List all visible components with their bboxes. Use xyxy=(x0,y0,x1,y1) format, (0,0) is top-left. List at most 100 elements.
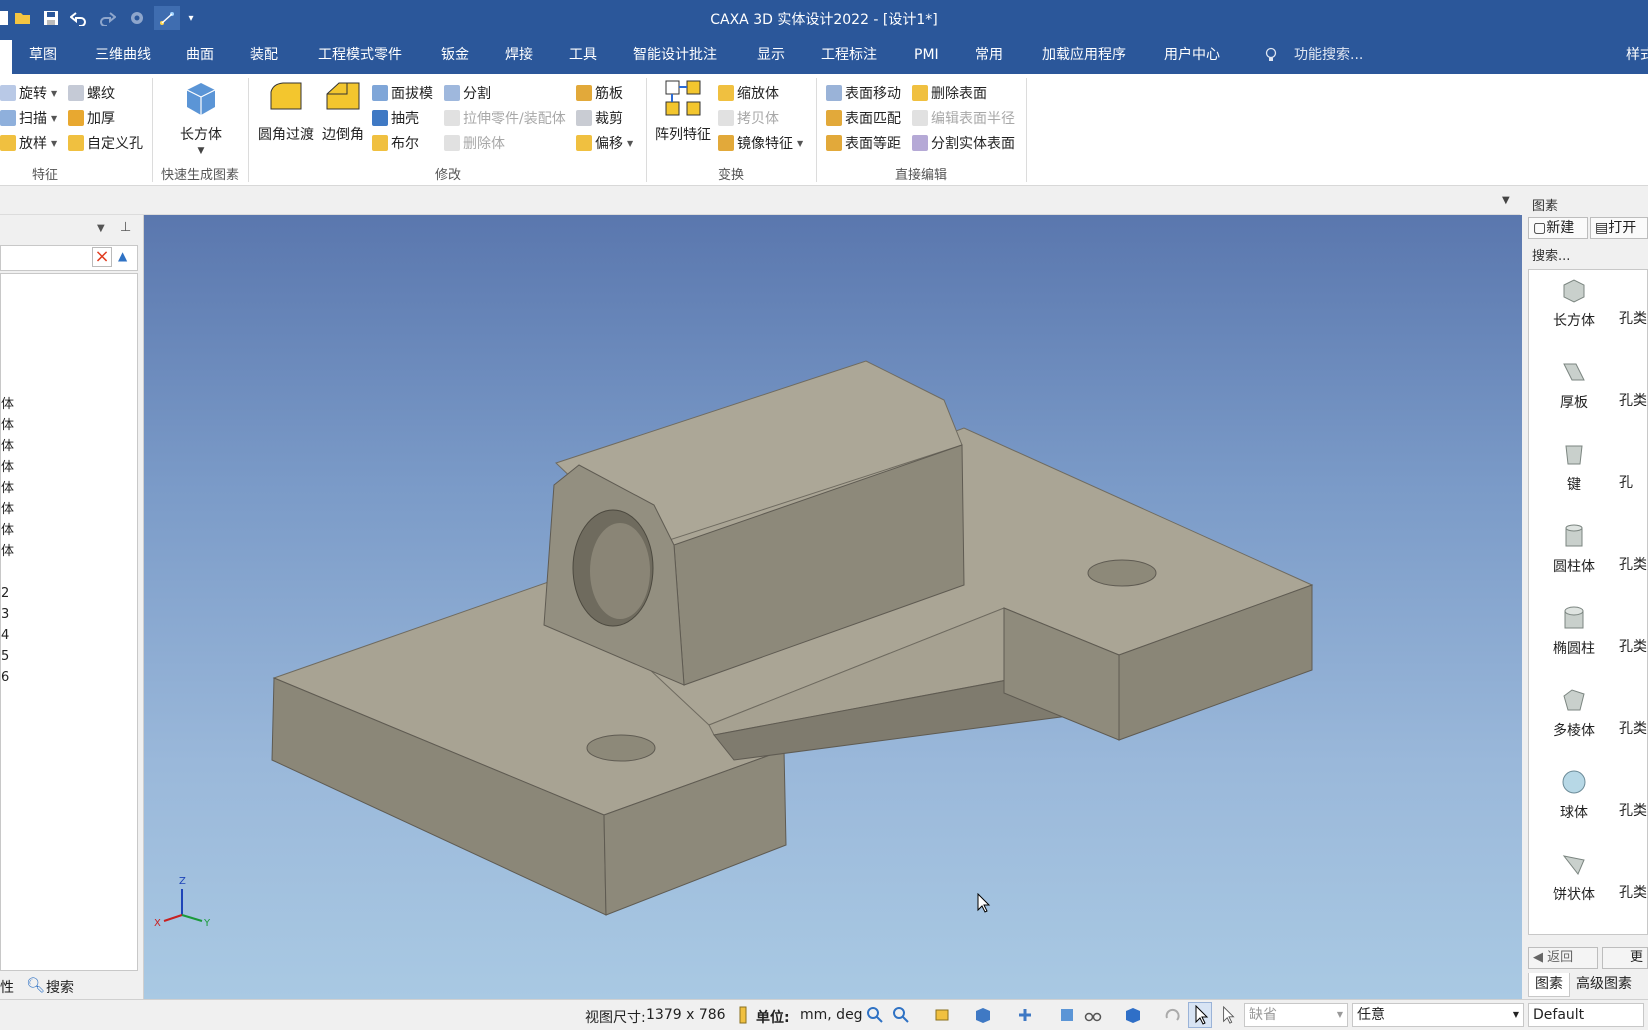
primitive-item-prism[interactable]: 多棱体 xyxy=(1529,686,1619,740)
tab-pmi[interactable]: PMI xyxy=(912,36,941,74)
tab-user-center[interactable]: 用户中心 xyxy=(1162,36,1222,74)
thicken-button[interactable]: 加厚 xyxy=(68,107,115,129)
hole-type-item[interactable]: 孔类 xyxy=(1619,308,1647,328)
filter-icon[interactable]: ▲ xyxy=(118,249,127,263)
shell-button[interactable]: 抽壳 xyxy=(372,107,419,129)
custom-hole-button[interactable]: 自定义孔 xyxy=(68,132,143,154)
primitive-item-ellipse-cylinder[interactable]: 椭圆柱 xyxy=(1529,604,1619,658)
primitives-list[interactable]: 长方体 厚板 键 圆柱体 椭圆柱 多棱体 球体 饼状体 孔类 孔类 孔 孔类 孔… xyxy=(1528,269,1648,935)
primitives-search-input[interactable]: 搜索... xyxy=(1532,245,1570,264)
tab-advanced-primitives[interactable]: 高级图素 xyxy=(1576,973,1632,995)
pattern-feature-button[interactable]: 阵列特征 xyxy=(652,78,714,144)
thread-button[interactable]: 螺纹 xyxy=(68,82,115,104)
mirror-feature-button[interactable]: 镜像特征 ▼ xyxy=(718,132,803,154)
delete-face-button[interactable]: 删除表面 xyxy=(912,82,987,104)
tree-node[interactable]: 5 xyxy=(1,647,9,667)
scale-body-button[interactable]: 缩放体 xyxy=(718,82,779,104)
zoom-window-icon[interactable] xyxy=(892,1006,910,1024)
primitive-item-thick-plate[interactable]: 厚板 xyxy=(1529,358,1619,412)
tab-display[interactable]: 显示 xyxy=(755,36,787,74)
tab-welding[interactable]: 焊接 xyxy=(503,36,535,74)
primitive-item-key[interactable]: 键 xyxy=(1529,440,1619,494)
hole-type-item[interactable]: 孔类 xyxy=(1619,390,1647,410)
hole-type-item[interactable]: 孔类 xyxy=(1619,882,1647,902)
chevron-down-icon[interactable]: ▼ xyxy=(97,223,105,234)
tree-node[interactable]: 体 xyxy=(1,479,14,499)
split-solid-face-button[interactable]: 分割实体表面 xyxy=(912,132,1015,154)
face-match-button[interactable]: 表面匹配 xyxy=(826,107,901,129)
tab-search[interactable]: 搜索 xyxy=(46,977,74,997)
offset-button[interactable]: 偏移 ▼ xyxy=(576,132,633,154)
section-view-icon[interactable] xyxy=(1016,1006,1034,1024)
tab-assembly[interactable]: 装配 xyxy=(248,36,280,74)
split-button[interactable]: 分割 xyxy=(444,82,491,104)
3d-viewport[interactable]: Z X Y xyxy=(144,215,1522,999)
tree-node[interactable]: 体 xyxy=(1,416,14,436)
feature-search-input[interactable]: 功能搜索... xyxy=(1294,36,1363,74)
hole-type-item[interactable]: 孔 xyxy=(1619,472,1647,492)
clear-search-icon[interactable]: × xyxy=(92,247,112,267)
display-cube-icon[interactable] xyxy=(1124,1006,1142,1024)
tree-node[interactable]: 体 xyxy=(1,395,14,415)
tree-node[interactable]: 4 xyxy=(1,626,9,646)
cuboid-button[interactable]: 长方体 ▼ xyxy=(170,78,232,156)
tree-node[interactable]: 体 xyxy=(1,521,14,541)
hole-type-item[interactable]: 孔类 xyxy=(1619,554,1647,574)
tab-properties[interactable]: 性 xyxy=(0,977,14,997)
tree-node[interactable]: 2 xyxy=(1,584,9,604)
tab-surface[interactable]: 曲面 xyxy=(184,36,216,74)
rib-button[interactable]: 筋板 xyxy=(576,82,623,104)
tab-load-apps[interactable]: 加载应用程序 xyxy=(1040,36,1128,74)
tab-common[interactable]: 常用 xyxy=(973,36,1005,74)
tab-style[interactable]: 样式 xyxy=(1624,36,1648,74)
face-move-button[interactable]: 表面移动 xyxy=(826,82,901,104)
revolve-button[interactable]: 旋转 ▼ xyxy=(0,82,57,104)
copy-body-button[interactable]: 拷贝体 xyxy=(718,107,779,129)
rotate-view-icon[interactable] xyxy=(1164,1006,1182,1024)
ribbon-options-icon[interactable]: ▼ xyxy=(1502,195,1510,206)
filter-combo[interactable]: 缺省 ▼ xyxy=(1244,1003,1348,1027)
glasses-icon[interactable] xyxy=(1084,1006,1102,1024)
new-button[interactable]: ▢新建 xyxy=(1528,217,1588,239)
chamfer-button[interactable]: 边倒角 xyxy=(318,78,368,144)
tab-tools[interactable]: 工具 xyxy=(567,36,599,74)
selection-combo[interactable]: 任意 ▼ xyxy=(1352,1003,1524,1027)
tree-node[interactable]: 体 xyxy=(1,458,14,478)
select-mode-button[interactable] xyxy=(1188,1002,1212,1028)
tab-3d-curve[interactable]: 三维曲线 xyxy=(93,36,153,74)
edit-face-radius-button[interactable]: 编辑表面半径 xyxy=(912,107,1015,129)
pick-filter-icon[interactable] xyxy=(1220,1006,1238,1024)
render-mode-icon[interactable] xyxy=(974,1006,992,1024)
tab-sketch[interactable]: 草图 xyxy=(27,36,59,74)
hole-type-item[interactable]: 孔类 xyxy=(1619,636,1647,656)
more-button[interactable]: 更 xyxy=(1602,947,1648,969)
trim-button[interactable]: 裁剪 xyxy=(576,107,623,129)
open-button[interactable]: ▤打开 xyxy=(1590,217,1648,239)
boolean-button[interactable]: 布尔 xyxy=(372,132,419,154)
style-combo[interactable]: Default xyxy=(1528,1003,1644,1027)
face-offset-button[interactable]: 表面等距 xyxy=(826,132,901,154)
view-orient-icon[interactable] xyxy=(934,1006,952,1024)
tree-node[interactable]: 体 xyxy=(1,500,14,520)
tab-primitives[interactable]: 图素 xyxy=(1528,973,1570,997)
tree-node[interactable]: 6 xyxy=(1,668,9,688)
primitive-item-pie[interactable]: 饼状体 xyxy=(1529,850,1619,904)
tab-engineering-part[interactable]: 工程模式零件 xyxy=(316,36,404,74)
sweep-button[interactable]: 扫描 ▼ xyxy=(0,107,57,129)
back-button[interactable]: ◀ 返回 xyxy=(1528,947,1598,969)
tab-sheet-metal[interactable]: 钣金 xyxy=(439,36,471,74)
cuboid-dropdown-icon[interactable]: ▼ xyxy=(170,146,232,156)
tree-node[interactable]: 体 xyxy=(1,542,14,562)
tab-smart-annotation[interactable]: 智能设计批注 xyxy=(631,36,719,74)
primitive-item-sphere[interactable]: 球体 xyxy=(1529,768,1619,822)
light-icon[interactable] xyxy=(1058,1006,1076,1024)
zoom-icon[interactable] xyxy=(866,1006,884,1024)
design-tree[interactable]: 体 体 体 体 体 体 体 体 2 3 4 5 6 xyxy=(0,273,138,971)
hole-type-item[interactable]: 孔类 xyxy=(1619,800,1647,820)
primitive-item-cylinder[interactable]: 圆柱体 xyxy=(1529,522,1619,576)
stretch-part-button[interactable]: 拉伸零件/装配体 xyxy=(444,107,566,129)
delete-body-button[interactable]: 删除体 xyxy=(444,132,505,154)
face-draft-button[interactable]: 面拔模 xyxy=(372,82,433,104)
pin-icon[interactable]: ⊥ xyxy=(120,220,131,235)
primitive-item-cuboid[interactable]: 长方体 xyxy=(1529,276,1619,330)
